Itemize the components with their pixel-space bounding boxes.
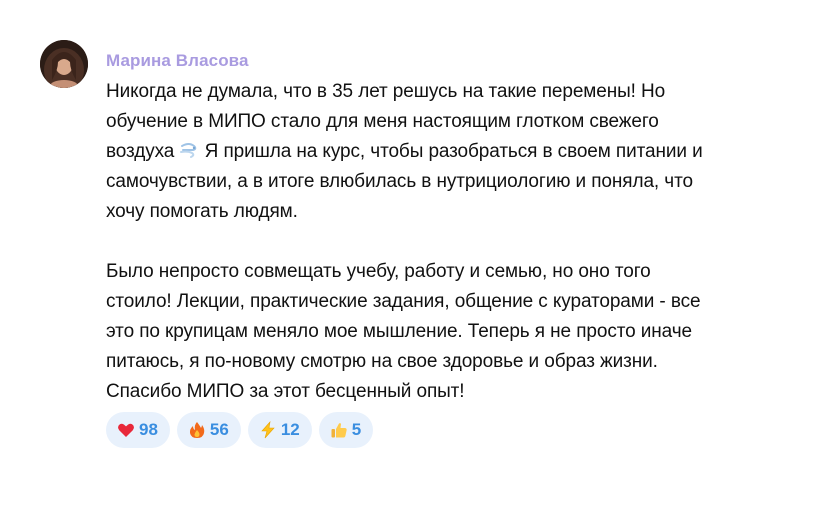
text-line: хочу помогать людям. <box>106 201 298 222</box>
text-fragment: Я пришла на курс, чтобы разобраться в св… <box>199 141 703 162</box>
wind-face-icon <box>179 140 199 160</box>
reaction-lightning[interactable]: 12 <box>247 412 312 448</box>
message-content: Марина Власова Никогда не думала, что в … <box>106 49 806 407</box>
reaction-count: 12 <box>280 420 300 439</box>
fire-icon <box>188 421 206 439</box>
text-line: обучение в МИПО стало для меня настоящим… <box>106 111 659 132</box>
text-line: стоило! Лекции, практические задания, об… <box>106 291 701 312</box>
avatar[interactable] <box>40 40 88 88</box>
reaction-thumbs-up[interactable]: 5 <box>318 412 374 448</box>
reaction-fire[interactable]: 56 <box>176 412 241 448</box>
text-line: это по крупицам меняло мое мышление. Теп… <box>106 321 692 342</box>
text-fragment: воздуха <box>106 141 175 162</box>
lightning-icon <box>259 421 277 439</box>
text-line: Было непросто совмещать учебу, работу и … <box>106 261 651 282</box>
message-paragraph-2: Было непросто совмещать учебу, работу и … <box>106 257 806 407</box>
reaction-heart[interactable]: 98 <box>106 412 170 448</box>
message-paragraph-1: Никогда не думала, что в 35 лет решусь н… <box>106 77 806 227</box>
reaction-count: 98 <box>139 420 158 439</box>
text-line: Спасибо МИПО за этот бесценный опыт! <box>106 381 465 402</box>
text-line: воздуха Я пришла на курс, чтобы разобрат… <box>106 137 806 167</box>
thumbs-up-icon <box>330 421 348 439</box>
reaction-count: 5 <box>351 420 362 439</box>
message-post: Марина Власова Никогда не думала, что в … <box>0 0 840 505</box>
reaction-count: 56 <box>209 420 229 439</box>
text-line: питаюсь, я по-новому смотрю на свое здор… <box>106 351 658 372</box>
heart-icon <box>117 421 135 439</box>
author-name[interactable]: Марина Власова <box>106 49 806 73</box>
reactions-bar: 98 56 12 5 <box>106 412 374 448</box>
text-line: самочувствии, а в итоге влюбилась в нутр… <box>106 171 693 192</box>
text-line: Никогда не думала, что в 35 лет решусь н… <box>106 81 666 102</box>
